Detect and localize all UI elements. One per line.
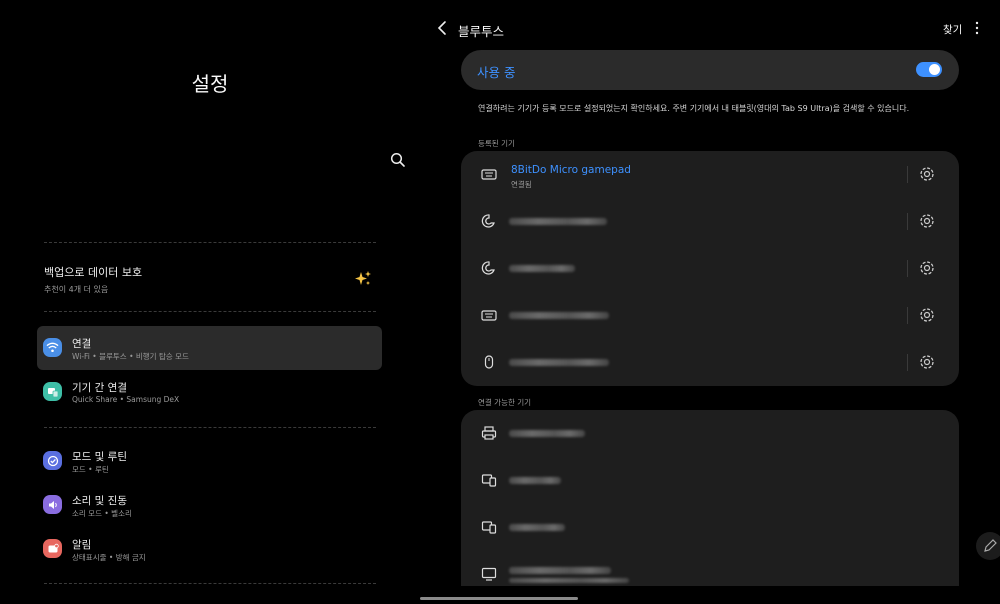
menu-item-title: 기기 간 연결 <box>72 382 127 394</box>
menu-item-subtitle: 상태표시줄 • 방해 금지 <box>72 553 146 562</box>
device-row[interactable] <box>461 198 959 245</box>
menu-item-subtitle: Wi-Fi • 블루투스 • 비행기 탑승 모드 <box>72 352 189 361</box>
divider <box>44 427 376 428</box>
redacted-device-detail <box>509 578 629 583</box>
backup-subtitle: 추천이 4개 더 있음 <box>44 285 109 294</box>
keyboard-icon <box>481 169 497 180</box>
bluetooth-switch[interactable] <box>916 62 942 77</box>
redacted-device-name <box>509 477 561 484</box>
sparkle-icon <box>355 271 371 285</box>
backup-suggestion[interactable]: 백업으로 데이터 보호 추천이 4개 더 있음 <box>44 264 384 300</box>
gear-icon[interactable] <box>918 165 936 183</box>
gear-icon[interactable] <box>918 306 936 324</box>
menu-item-title: 소리 및 진동 <box>72 495 127 507</box>
printer-icon <box>481 426 497 440</box>
page-title: 설정 <box>191 72 229 96</box>
divider <box>44 311 376 312</box>
redacted-device-name <box>509 524 565 531</box>
menu-item-subtitle: Quick Share • Samsung DeX <box>72 395 180 404</box>
toggle-label: 사용 중 <box>477 65 516 80</box>
devices-icon <box>43 382 62 401</box>
gear-icon[interactable] <box>918 353 936 371</box>
wifi-icon <box>43 338 62 357</box>
device-row[interactable] <box>461 551 959 586</box>
menu-item-notifications[interactable]: 알림 상태표시줄 • 방해 금지 <box>37 527 382 571</box>
redacted-device-name <box>509 430 585 437</box>
device-row[interactable] <box>461 410 959 457</box>
switch-knob <box>929 64 940 75</box>
divider <box>44 583 376 584</box>
earbuds-icon <box>481 214 495 228</box>
menu-item-connected-devices[interactable]: 기기 간 연결 Quick Share • Samsung DeX <box>37 370 382 414</box>
menu-item-connections[interactable]: 연결 Wi-Fi • 블루투스 • 비행기 탑승 모드 <box>37 326 382 370</box>
menu-item-title: 연결 <box>72 338 92 350</box>
device-row[interactable]: 8BitDo Micro gamepad 연결됨 <box>461 151 959 198</box>
available-devices-label: 연결 가능한 기기 <box>478 398 532 407</box>
divider <box>907 166 908 183</box>
bell-icon <box>43 539 62 558</box>
menu-item-subtitle: 소리 모드 • 벨소리 <box>72 509 132 518</box>
device-row[interactable] <box>461 504 959 551</box>
pencil-icon <box>984 539 997 552</box>
speaker-icon <box>43 495 62 514</box>
menu-item-sound-vibration[interactable]: 소리 및 진동 소리 모드 • 벨소리 <box>37 483 382 527</box>
menu-item-title: 모드 및 루틴 <box>72 451 127 463</box>
find-button[interactable]: 찾기 <box>943 22 962 37</box>
info-text: 연결하려는 기기가 등록 모드로 설정되었는지 확인하세요. 주변 기기에서 내… <box>478 104 910 113</box>
earbuds-icon <box>481 261 495 275</box>
edit-button[interactable] <box>976 532 1000 560</box>
device-row[interactable] <box>461 292 959 339</box>
menu-item-modes-routines[interactable]: 모드 및 루틴 모드 • 루틴 <box>37 439 382 483</box>
bluetooth-toggle-card[interactable]: 사용 중 <box>461 50 959 90</box>
menu-item-subtitle: 모드 • 루틴 <box>72 465 109 474</box>
divider <box>907 354 908 371</box>
device-name: 8BitDo Micro gamepad <box>511 164 631 176</box>
redacted-device-name <box>509 359 609 366</box>
redacted-device-name <box>509 312 609 319</box>
mouse-icon <box>484 355 494 369</box>
devices-icon <box>481 474 497 487</box>
divider <box>907 307 908 324</box>
backup-title: 백업으로 데이터 보호 <box>44 266 143 279</box>
device-status: 연결됨 <box>511 180 532 189</box>
check-circle-icon <box>43 451 62 470</box>
keyboard-icon <box>481 310 497 321</box>
page-title: 블루투스 <box>458 24 505 39</box>
divider <box>907 260 908 277</box>
home-indicator[interactable] <box>420 597 578 600</box>
gear-icon[interactable] <box>918 212 936 230</box>
redacted-device-name <box>509 567 611 574</box>
divider <box>44 242 376 243</box>
redacted-device-name <box>509 265 575 272</box>
redacted-device-name <box>509 218 607 225</box>
divider <box>907 213 908 230</box>
back-icon[interactable] <box>436 20 448 36</box>
menu-item-title: 알림 <box>72 539 92 551</box>
search-icon[interactable] <box>390 152 406 168</box>
devices-icon <box>481 521 497 534</box>
gear-icon[interactable] <box>918 259 936 277</box>
device-row[interactable] <box>461 339 959 386</box>
monitor-icon <box>481 567 497 581</box>
device-row[interactable] <box>461 245 959 292</box>
available-devices-card <box>461 410 959 586</box>
registered-devices-label: 등록된 기기 <box>478 139 515 148</box>
device-row[interactable] <box>461 457 959 504</box>
registered-devices-card: 8BitDo Micro gamepad 연결됨 <box>461 151 959 386</box>
more-options-icon[interactable] <box>974 20 980 36</box>
